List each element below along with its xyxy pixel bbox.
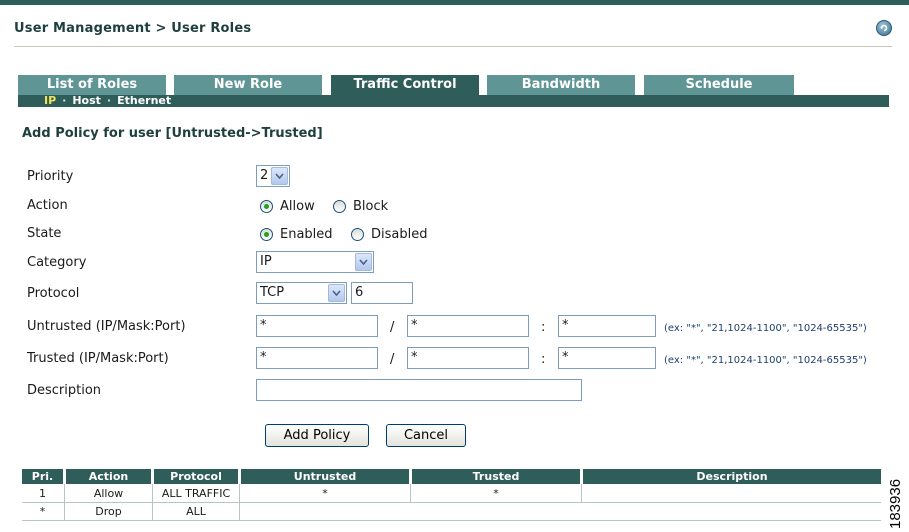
table-cell: ALL TRAFFIC <box>161 487 231 500</box>
figure-id-text: 183936 <box>887 479 904 529</box>
description-input[interactable] <box>256 379 582 401</box>
action-allow-radio[interactable] <box>260 200 273 213</box>
untrusted-label: Untrusted (IP/Mask:Port) <box>27 319 186 334</box>
action-allow-label[interactable]: Allow <box>280 199 315 214</box>
trusted-mask-input[interactable]: * <box>407 347 529 369</box>
column-header-trusted: Trusted <box>412 469 580 484</box>
priority-select[interactable]: 2 <box>256 165 290 187</box>
tab-traffic-control[interactable]: Traffic Control <box>331 75 479 95</box>
tab-list-of-roles[interactable]: List of Roles <box>18 75 166 95</box>
state-disabled-label[interactable]: Disabled <box>371 227 427 242</box>
action-label: Action <box>27 198 68 213</box>
port-format-hint: (ex: "*", "21,1024-1100", "1024-65535") <box>664 323 867 334</box>
state-disabled-radio[interactable] <box>351 228 364 241</box>
table-cell: * <box>322 487 328 500</box>
table-cell: Drop <box>95 505 122 518</box>
action-block-label[interactable]: Block <box>353 199 388 214</box>
protocol-value: TCP <box>260 285 285 300</box>
protocol-label: Protocol <box>27 286 80 301</box>
column-header-description: Description <box>583 469 881 484</box>
category-value: IP <box>260 254 272 269</box>
trusted-ip-input[interactable]: * <box>256 347 378 369</box>
table-cell: ALL <box>186 505 206 518</box>
priority-value: 2 <box>260 168 269 183</box>
state-enabled-label[interactable]: Enabled <box>280 227 333 242</box>
tab-new-role[interactable]: New Role <box>174 75 322 95</box>
port-format-hint: (ex: "*", "21,1024-1100", "1024-65535") <box>664 355 867 366</box>
figure-id: 183936 <box>887 479 904 529</box>
subnav-separator: · <box>106 94 112 107</box>
table-cell: Allow <box>93 487 124 500</box>
priority-label: Priority <box>27 169 74 184</box>
page-title: Add Policy for user [Untrusted->Trusted] <box>22 126 323 141</box>
add-policy-button[interactable]: Add Policy <box>265 424 369 447</box>
table-cell: * <box>493 487 499 500</box>
subnav-separator: · <box>62 94 67 107</box>
row-divider <box>22 520 881 521</box>
category-label: Category <box>27 255 87 270</box>
description-label: Description <box>27 383 102 398</box>
protocol-select[interactable]: TCP <box>256 282 347 304</box>
subnav: IP · Host · Ethernet <box>44 94 171 108</box>
subnav-ethernet[interactable]: Ethernet <box>117 94 171 107</box>
protocol-number-input[interactable]: 6 <box>351 282 413 304</box>
trusted-label: Trusted (IP/Mask:Port) <box>27 351 169 366</box>
header-divider <box>14 46 892 47</box>
breadcrumb: User Management > User Roles <box>14 21 252 36</box>
untrusted-port-input[interactable]: * <box>558 315 656 337</box>
column-header-action: Action <box>66 469 151 484</box>
chevron-down-icon <box>328 284 345 302</box>
column-divider <box>410 484 411 502</box>
colon-separator: : <box>541 352 546 367</box>
table-cell <box>583 485 881 502</box>
untrusted-ip-input[interactable]: * <box>256 315 378 337</box>
tab-schedule[interactable]: Schedule <box>644 75 794 95</box>
trusted-port-input[interactable]: * <box>558 347 656 369</box>
cancel-button[interactable]: Cancel <box>386 424 466 447</box>
table-cell: 1 <box>39 487 46 500</box>
action-block-radio[interactable] <box>333 200 346 213</box>
top-bar <box>0 0 909 5</box>
slash-separator: / <box>390 320 395 335</box>
column-header-protocol: Protocol <box>154 469 238 484</box>
state-label: State <box>27 226 62 241</box>
column-header-priority: Pri. <box>22 469 63 484</box>
help-icon[interactable] <box>876 20 892 36</box>
subnav-host[interactable]: Host <box>72 94 101 107</box>
category-select[interactable]: IP <box>256 251 374 273</box>
state-enabled-radio[interactable] <box>260 228 273 241</box>
table-cell: * <box>39 505 46 518</box>
column-divider <box>581 484 582 502</box>
tab-bandwidth[interactable]: Bandwidth <box>487 75 635 95</box>
column-header-untrusted: Untrusted <box>241 469 409 484</box>
slash-separator: / <box>390 352 395 367</box>
untrusted-mask-input[interactable]: * <box>407 315 529 337</box>
chevron-down-icon <box>271 167 288 185</box>
colon-separator: : <box>541 320 546 335</box>
chevron-down-icon <box>355 253 372 271</box>
subnav-ip[interactable]: IP <box>44 94 56 107</box>
